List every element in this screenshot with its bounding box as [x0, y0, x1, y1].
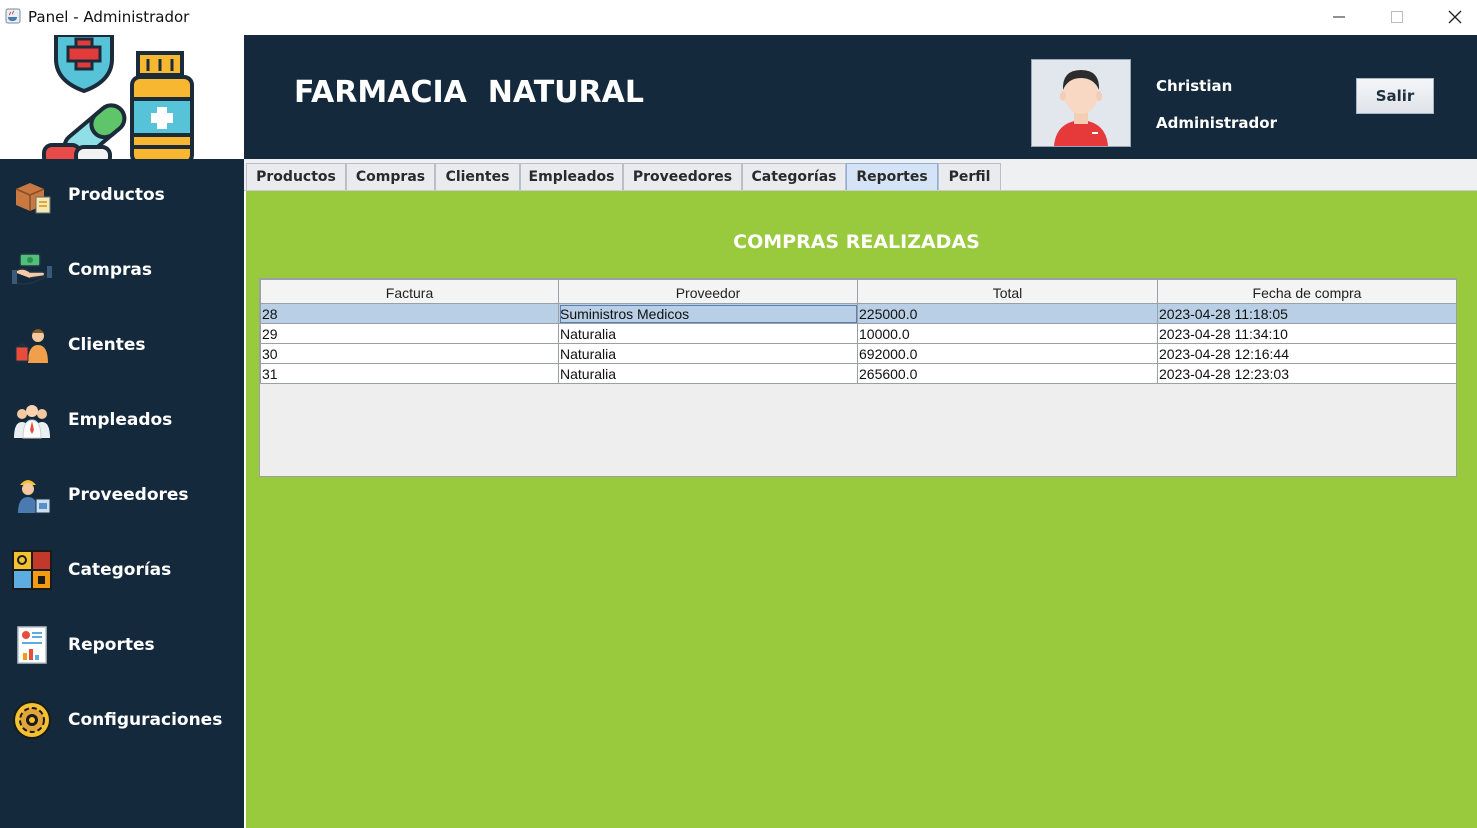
sidebar-item-configuraciones[interactable]: Configuraciones — [0, 684, 244, 759]
logout-button[interactable]: Salir — [1356, 78, 1434, 114]
brand-title: FARMACIA NATURAL — [294, 75, 644, 110]
minimize-icon — [1333, 16, 1345, 18]
sidebar-item-empleados[interactable]: Empleados — [0, 384, 244, 459]
pharmacy-logo — [0, 35, 244, 159]
report-title: COMPRAS REALIZADAS — [733, 231, 980, 253]
report-icon — [17, 626, 47, 664]
user-avatar — [1031, 59, 1131, 147]
user-role: Administrador — [1156, 114, 1277, 132]
categories-icon — [12, 550, 52, 590]
window-title: Panel - Administrador — [28, 8, 190, 26]
table-row[interactable]: 31 Naturalia 265600.0 2023-04-28 12:23:0… — [260, 363, 1457, 384]
tab-productos[interactable]: Productos — [246, 163, 346, 190]
table-cell[interactable]: 30 — [260, 343, 559, 364]
sidebar-item-label: Productos — [68, 185, 165, 205]
user-name: Christian — [1156, 77, 1233, 95]
tab-proveedores[interactable]: Proveedores — [623, 163, 742, 190]
sidebar-item-label: Configuraciones — [68, 710, 223, 730]
purchases-table[interactable]: Factura Proveedor Total Fecha de compra … — [259, 278, 1457, 477]
table-cell[interactable]: 225000.0 — [857, 303, 1158, 324]
sidebar-item-compras[interactable]: Compras — [0, 234, 244, 309]
table-row[interactable]: 28 Suministros Medicos 225000.0 2023-04-… — [260, 303, 1457, 324]
sidebar-item-clientes[interactable]: Clientes — [0, 309, 244, 384]
tab-compras[interactable]: Compras — [346, 163, 435, 190]
header: FARMACIA NATURAL Christian Administrador… — [244, 35, 1477, 159]
column-header-total[interactable]: Total — [857, 279, 1158, 304]
employees-icon — [14, 405, 50, 439]
column-header-factura[interactable]: Factura — [260, 279, 559, 304]
table-cell[interactable]: 10000.0 — [857, 323, 1158, 344]
purchases-table-grid: Factura Proveedor Total Fecha de compra … — [260, 279, 1457, 384]
sidebar-item-label: Reportes — [68, 635, 155, 655]
column-header-fecha[interactable]: Fecha de compra — [1157, 279, 1457, 304]
window-titlebar: Panel - Administrador — [0, 0, 1477, 35]
gear-icon — [13, 701, 51, 739]
sidebar-item-categorias[interactable]: Categorías — [0, 534, 244, 609]
tab-categorias[interactable]: Categorías — [742, 163, 846, 190]
table-cell[interactable]: 28 — [260, 303, 559, 324]
close-icon — [1448, 10, 1462, 24]
sidebar-item-label: Clientes — [68, 335, 146, 355]
table-cell[interactable]: 2023-04-28 12:16:44 — [1157, 343, 1457, 364]
minimize-button[interactable] — [1310, 0, 1368, 34]
table-cell[interactable]: 29 — [260, 323, 559, 344]
table-cell[interactable]: 2023-04-28 11:18:05 — [1157, 303, 1457, 324]
sidebar-item-productos[interactable]: Productos — [0, 159, 244, 234]
table-cell[interactable]: 265600.0 — [857, 363, 1158, 384]
table-cell[interactable]: Naturalia — [558, 343, 858, 364]
java-app-icon — [5, 8, 21, 24]
user-avatar-icon — [1032, 60, 1130, 146]
table-cell[interactable]: 2023-04-28 12:23:03 — [1157, 363, 1457, 384]
sidebar-item-proveedores[interactable]: Proveedores — [0, 459, 244, 534]
table-cell[interactable]: Naturalia — [558, 323, 858, 344]
handshake-money-icon — [12, 253, 52, 285]
sidebar-item-label: Proveedores — [68, 485, 189, 505]
table-cell[interactable]: 2023-04-28 11:34:10 — [1157, 323, 1457, 344]
table-row[interactable]: 29 Naturalia 10000.0 2023-04-28 11:34:10 — [260, 323, 1457, 344]
pharmacy-logo-icon — [42, 35, 194, 159]
report-panel: COMPRAS REALIZADAS Factura Proveedor Tot… — [246, 191, 1477, 828]
table-header-row: Factura Proveedor Total Fecha de compra — [260, 279, 1457, 304]
tab-clientes[interactable]: Clientes — [435, 163, 520, 190]
tab-reportes[interactable]: Reportes — [846, 163, 938, 190]
customer-icon — [15, 329, 48, 363]
table-cell[interactable]: 692000.0 — [857, 343, 1158, 364]
sidebar-item-label: Categorías — [68, 560, 172, 580]
tab-bar: Productos Compras Clientes Empleados Pro… — [244, 159, 1477, 191]
tab-perfil[interactable]: Perfil — [938, 163, 1001, 190]
maximize-icon — [1391, 11, 1403, 23]
table-row[interactable]: 30 Naturalia 692000.0 2023-04-28 12:16:4… — [260, 343, 1457, 364]
table-cell[interactable]: 31 — [260, 363, 559, 384]
supplier-icon — [18, 480, 51, 514]
table-cell[interactable]: Naturalia — [558, 363, 858, 384]
tab-empleados[interactable]: Empleados — [520, 163, 623, 190]
sidebar-item-label: Empleados — [68, 410, 173, 430]
maximize-button[interactable] — [1368, 0, 1426, 34]
close-button[interactable] — [1426, 0, 1477, 34]
sidebar-item-reportes[interactable]: Reportes — [0, 609, 244, 684]
sidebar-item-label: Compras — [68, 260, 153, 280]
table-cell[interactable]: Suministros Medicos — [558, 303, 858, 324]
sidebar: Productos Compras Clientes Empleados Pro… — [0, 159, 244, 828]
boxes-icon — [15, 183, 51, 214]
column-header-proveedor[interactable]: Proveedor — [558, 279, 858, 304]
